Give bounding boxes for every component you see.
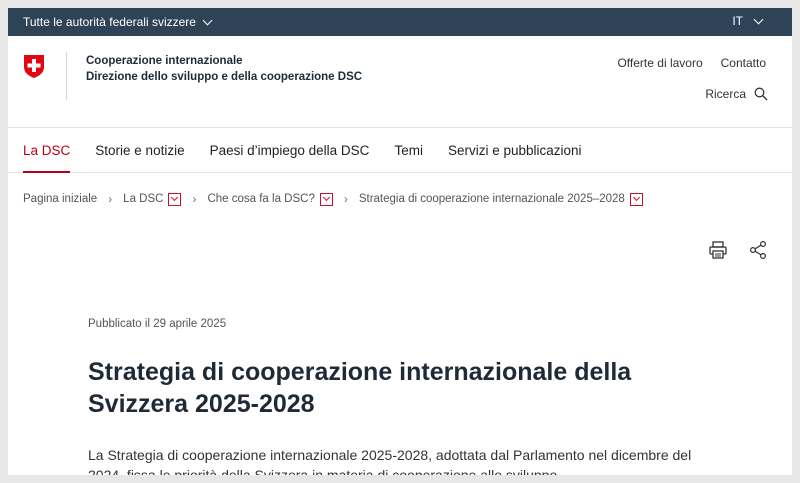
print-icon[interactable] bbox=[708, 240, 728, 260]
tab-stories-news[interactable]: Storie e notizie bbox=[95, 128, 184, 173]
search-icon bbox=[754, 87, 768, 101]
breadcrumb-la-dsc[interactable]: La DSC bbox=[123, 193, 163, 205]
chevron-down-icon bbox=[753, 14, 764, 24]
org-line-2: Direzione dello sviluppo e della coopera… bbox=[86, 71, 363, 83]
tab-la-dsc[interactable]: La DSC bbox=[23, 128, 71, 173]
breadcrumb-what-dsc-does[interactable]: Che cosa fa la DSC? bbox=[207, 193, 314, 205]
page-title: Strategia di cooperazione internazionale… bbox=[88, 358, 632, 418]
language-selector[interactable]: IT bbox=[732, 14, 764, 28]
tab-themes[interactable]: Temi bbox=[394, 128, 423, 173]
language-label: IT bbox=[732, 14, 743, 28]
tab-countries[interactable]: Paesi d’impiego della DSC bbox=[210, 128, 370, 173]
page-tools bbox=[708, 240, 768, 260]
swiss-cross-icon[interactable] bbox=[23, 54, 45, 79]
breadcrumb-home[interactable]: Pagina iniziale bbox=[23, 193, 97, 205]
organization-name[interactable]: Cooperazione internazionale Direzione de… bbox=[86, 53, 362, 85]
all-authorities-label: Tutte le autorità federali svizzere bbox=[23, 15, 196, 29]
breadcrumb-separator: › bbox=[343, 192, 348, 206]
jobs-link[interactable]: Offerte di lavoro bbox=[617, 56, 702, 70]
logo-divider bbox=[66, 52, 67, 100]
breadcrumb-dropdown-icon[interactable] bbox=[319, 192, 333, 206]
breadcrumb-current: Strategia di cooperazione internazionale… bbox=[358, 193, 625, 205]
publication-date: Pubblicato il 29 aprile 2025 bbox=[88, 318, 227, 330]
contact-link[interactable]: Contatto bbox=[721, 56, 766, 70]
main-navigation: La DSC Storie e notizie Paesi d’impiego … bbox=[8, 128, 792, 173]
breadcrumb-dropdown-icon[interactable] bbox=[168, 192, 182, 206]
breadcrumb-separator: › bbox=[192, 192, 197, 206]
search-label: Ricerca bbox=[705, 87, 746, 101]
breadcrumb-separator: › bbox=[108, 192, 113, 206]
browser-page: Tutte le autorità federali svizzere IT C… bbox=[8, 8, 792, 475]
search-button[interactable]: Ricerca bbox=[705, 87, 768, 101]
breadcrumb-dropdown-icon[interactable] bbox=[629, 192, 643, 206]
meta-links: Offerte di lavoro Contatto bbox=[617, 56, 766, 70]
all-authorities-dropdown[interactable]: Tutte le autorità federali svizzere bbox=[23, 15, 213, 29]
share-icon[interactable] bbox=[748, 240, 768, 260]
chevron-down-icon bbox=[202, 15, 213, 25]
breadcrumb: Pagina iniziale › La DSC › Che cosa fa l… bbox=[8, 173, 792, 225]
site-header: Cooperazione internazionale Direzione de… bbox=[8, 36, 792, 128]
tab-services-publications[interactable]: Servizi e pubblicazioni bbox=[448, 128, 582, 173]
org-line-1: Cooperazione internazionale bbox=[86, 55, 243, 67]
article-lead: La Strategia di cooperazione internazion… bbox=[88, 447, 692, 475]
federal-topbar: Tutte le autorità federali svizzere IT bbox=[8, 8, 792, 36]
